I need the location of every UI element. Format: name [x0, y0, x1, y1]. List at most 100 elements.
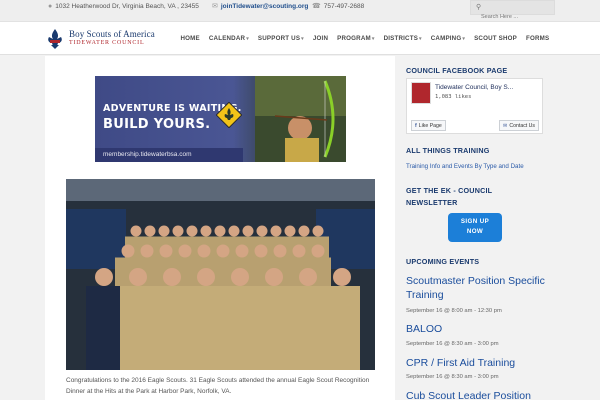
scout-head — [311, 244, 325, 258]
chevron-down-icon: ▾ — [462, 36, 466, 42]
address: ● 1032 Heatherwood Dr, Virginia Beach, V… — [48, 0, 199, 14]
scout-head — [121, 244, 135, 258]
scout-head — [231, 268, 249, 286]
nav-item-scout-shop[interactable]: SCOUT SHOP — [470, 35, 522, 42]
scout-figure — [86, 286, 122, 370]
event-title[interactable]: Cub Scout Leader Position — [406, 389, 551, 400]
search-input[interactable] — [481, 12, 551, 22]
scout-head — [129, 268, 147, 286]
logo-subtitle: TIDEWATER COUNCIL — [69, 40, 145, 46]
newsletter-heading: GET THE EK - COUNCIL NEWSLETTER — [406, 186, 492, 207]
logo[interactable]: Boy Scouts of America TIDEWATER COUNCIL — [69, 29, 155, 46]
newsletter-heading-line2: NEWSLETTER — [406, 198, 458, 207]
training-link[interactable]: Training Info and Events By Type and Dat… — [406, 163, 524, 170]
scout-head — [130, 225, 142, 237]
main-content: ADVENTURE IS WAITING. BUILD YOURS. membe… — [45, 56, 395, 400]
nav-label: PROGRAM — [337, 35, 371, 42]
scout-figure — [324, 286, 360, 370]
scout-figure — [290, 286, 326, 370]
signup-label-line1: SIGN UP — [460, 218, 490, 225]
phone: ☎ 757-497-2688 — [312, 0, 364, 14]
chevron-down-icon: ▾ — [371, 36, 375, 42]
eagle-scouts-group-photo — [66, 179, 375, 370]
scout-head — [270, 225, 282, 237]
scout-figure — [222, 286, 258, 370]
archer-photo — [255, 76, 346, 162]
scout-head — [312, 225, 324, 237]
scout-head — [256, 225, 268, 237]
nav-item-camping[interactable]: CAMPING▾ — [426, 35, 469, 42]
nav-item-home[interactable]: HOME — [176, 35, 204, 42]
event-date: September 16 @ 8:00 am - 12:30 pm — [406, 308, 502, 314]
nav-label: SUPPORT US — [257, 35, 301, 42]
scout-head — [284, 225, 296, 237]
phone-text: 757-497-2688 — [323, 3, 365, 10]
fb-page-logo[interactable] — [411, 82, 431, 104]
scout-figure — [256, 286, 292, 370]
address-text: 1032 Heatherwood Dr, Virginia Beach, VA … — [55, 3, 199, 10]
newsletter-heading-line1: GET THE EK - COUNCIL — [406, 186, 493, 195]
event-title[interactable]: CPR / First Aid Training — [406, 356, 551, 370]
scout-head — [140, 244, 154, 258]
scout-head — [159, 244, 173, 258]
membership-banner[interactable]: ADVENTURE IS WAITING. BUILD YOURS. membe… — [95, 76, 346, 162]
nav-item-support-us[interactable]: SUPPORT US▾ — [253, 35, 308, 42]
nav-item-join[interactable]: JOIN — [308, 35, 332, 42]
nav-item-forms[interactable]: FORMS — [522, 35, 554, 42]
message-icon: ✉ — [503, 122, 508, 129]
nav-item-program[interactable]: PROGRAM▾ — [333, 35, 379, 42]
search-box[interactable]: ⚲ — [470, 0, 555, 22]
training-heading: ALL THINGS TRAINING — [406, 146, 490, 155]
scout-head — [144, 225, 156, 237]
scout-head — [158, 225, 170, 237]
fb-like-button[interactable]: f Like Page — [411, 120, 446, 131]
scout-head — [333, 268, 351, 286]
scout-head — [197, 268, 215, 286]
events-heading: UPCOMING EVENTS — [406, 257, 480, 266]
envelope-icon: ✉ — [212, 3, 218, 10]
nav-label: JOIN — [312, 35, 329, 42]
fb-like-label: Like Page — [418, 122, 442, 129]
scout-figure — [120, 286, 156, 370]
signup-button[interactable]: SIGN UP NOW — [448, 213, 502, 242]
nav-item-calendar[interactable]: CALENDAR▾ — [204, 35, 253, 42]
nav-label: CALENDAR — [208, 35, 246, 42]
search-icon[interactable]: ⚲ — [476, 3, 481, 11]
event-date: September 16 @ 8:30 am - 3:00 pm — [406, 374, 499, 380]
nav-label: FORMS — [526, 35, 550, 42]
scout-head — [214, 225, 226, 237]
nav-label: SCOUT SHOP — [474, 35, 518, 42]
scout-figure — [154, 286, 190, 370]
chevron-down-icon: ▾ — [246, 36, 249, 42]
email[interactable]: ✉ joinTidewater@scouting.org — [212, 0, 308, 14]
scout-figure — [188, 286, 224, 370]
facebook-heading: COUNCIL FACEBOOK PAGE — [406, 66, 508, 75]
fb-likes-count: 1,083 likes — [435, 94, 472, 100]
nav-item-districts[interactable]: DISTRICTS▾ — [379, 35, 426, 42]
scout-head — [298, 225, 310, 237]
scout-head — [200, 225, 212, 237]
top-bar: ● 1032 Heatherwood Dr, Virginia Beach, V… — [0, 0, 600, 22]
fb-page-name[interactable]: Tidewater Council, Boy S... — [435, 84, 513, 91]
email-link[interactable]: joinTidewater@scouting.org — [221, 0, 308, 14]
facebook-widget[interactable]: Tidewater Council, Boy S... 1,083 likes … — [406, 78, 543, 134]
scout-head — [273, 244, 287, 258]
nav-label: DISTRICTS — [383, 35, 419, 42]
event-title[interactable]: BALOO — [406, 322, 551, 336]
scout-head — [235, 244, 249, 258]
scout-head — [216, 244, 230, 258]
event-title[interactable]: Scoutmaster Position Specific Training — [406, 274, 551, 302]
scout-head — [242, 225, 254, 237]
scout-head — [163, 268, 181, 286]
scout-head — [254, 244, 268, 258]
scout-head — [265, 268, 283, 286]
scout-head — [228, 225, 240, 237]
location-pin-icon: ● — [48, 3, 53, 10]
phone-icon: ☎ — [312, 3, 321, 10]
logo-title: Boy Scouts of America — [69, 29, 155, 39]
fb-contact-button[interactable]: ✉ Contact Us — [499, 120, 540, 131]
bsa-emblem-icon[interactable] — [45, 28, 65, 50]
photo-caption: Congratulations to the 2016 Eagle Scouts… — [66, 377, 370, 395]
scout-head — [95, 268, 113, 286]
fb-contact-label: Contact Us — [509, 122, 536, 129]
